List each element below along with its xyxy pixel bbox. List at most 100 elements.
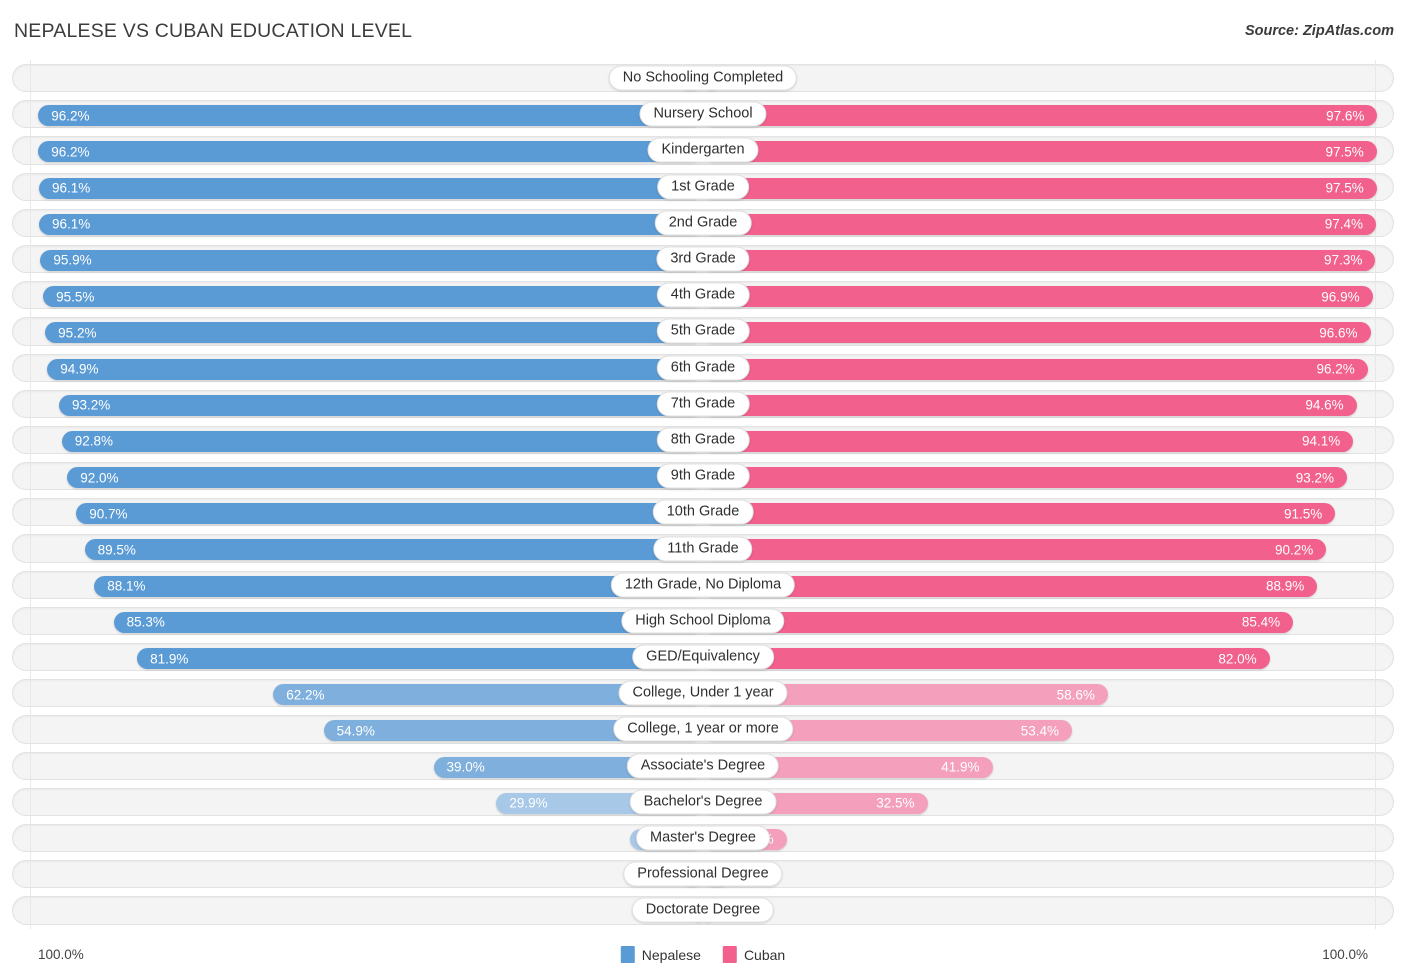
chart-row: 94.9% 96.2% 6th Grade bbox=[0, 349, 1406, 386]
bar-cuban[interactable]: 96.9% bbox=[703, 286, 1373, 308]
chart-row: 95.9% 97.3% 3rd Grade bbox=[0, 240, 1406, 278]
bar-cuban[interactable]: 97.6% bbox=[703, 105, 1378, 127]
guide-line-left bbox=[30, 96, 31, 133]
guide-line-right bbox=[1375, 313, 1376, 350]
guide-line-left bbox=[30, 277, 31, 314]
bar-nepalese[interactable]: 92.8% bbox=[61, 430, 703, 452]
bar-cuban[interactable]: 88.9% bbox=[703, 575, 1318, 597]
guide-line-left bbox=[30, 711, 31, 748]
guide-line-right bbox=[1375, 494, 1376, 531]
bar-cuban[interactable]: 93.2% bbox=[703, 467, 1347, 489]
guide-line-right bbox=[1375, 639, 1376, 676]
bar-value-nepalese: 90.7% bbox=[89, 506, 128, 522]
bar-cuban[interactable]: 90.2% bbox=[703, 539, 1327, 561]
bar-nepalese[interactable]: 96.2% bbox=[38, 105, 703, 127]
bar-cuban[interactable]: 96.6% bbox=[703, 322, 1371, 344]
chart-row: 39.0% 41.9% Associate's Degree bbox=[0, 747, 1406, 784]
chart-row: 10.5%12.1%Master's Degree bbox=[0, 819, 1406, 857]
guide-line-left bbox=[30, 675, 31, 712]
guide-line-left bbox=[30, 313, 31, 350]
bar-cuban[interactable]: 97.3% bbox=[703, 249, 1376, 271]
category-label: Bachelor's Degree bbox=[629, 789, 777, 815]
bar-value-nepalese: 39.0% bbox=[446, 759, 485, 775]
bar-nepalese[interactable]: 95.9% bbox=[40, 249, 703, 271]
bar-value-cuban: 91.5% bbox=[1283, 506, 1323, 522]
bar-value-nepalese: 92.8% bbox=[74, 433, 114, 449]
category-label: Nursery School bbox=[639, 101, 767, 127]
bar-value-cuban: 97.4% bbox=[1324, 216, 1364, 232]
chart-row: 95.5% 96.9% 4th Grade bbox=[0, 277, 1406, 314]
bar-value-cuban: 96.2% bbox=[1316, 361, 1355, 377]
bar-cuban[interactable]: 97.5% bbox=[703, 177, 1377, 199]
bar-cuban[interactable]: 97.4% bbox=[703, 213, 1377, 235]
bar-nepalese[interactable]: 96.1% bbox=[38, 213, 703, 235]
guide-line-left bbox=[30, 204, 31, 241]
bar-cuban[interactable]: 85.4% bbox=[703, 611, 1294, 633]
bar-value-nepalese: 96.1% bbox=[51, 216, 91, 232]
bar-nepalese[interactable]: 96.2% bbox=[38, 141, 703, 163]
bar-cuban[interactable]: 94.6% bbox=[703, 394, 1357, 416]
bar-value-cuban: 97.5% bbox=[1325, 144, 1364, 160]
chart-row: 92.8% 94.1% 8th Grade bbox=[0, 421, 1406, 459]
guide-line-right bbox=[1375, 530, 1376, 567]
guide-line-right bbox=[1375, 711, 1376, 748]
bar-cuban[interactable]: 94.1% bbox=[703, 430, 1354, 452]
bar-value-cuban: 97.6% bbox=[1326, 108, 1365, 124]
bar-value-nepalese: 81.9% bbox=[150, 651, 189, 666]
bar-value-nepalese: 95.5% bbox=[56, 289, 95, 305]
guide-line-right bbox=[1375, 819, 1376, 857]
category-label: 9th Grade bbox=[656, 463, 750, 489]
axis-label-right: 100.0% bbox=[1322, 947, 1368, 962]
guide-line-right bbox=[1375, 421, 1376, 459]
chart-row: 93.2% 94.6% 7th Grade bbox=[0, 385, 1406, 422]
bar-nepalese[interactable]: 89.5% bbox=[84, 539, 703, 561]
bar-value-cuban: 97.5% bbox=[1325, 180, 1364, 196]
category-label: 3rd Grade bbox=[656, 246, 750, 272]
bar-nepalese[interactable]: 81.9% bbox=[137, 648, 703, 669]
category-label: Professional Degree bbox=[623, 861, 783, 887]
chart-row: 90.7% 91.5% 10th Grade bbox=[0, 494, 1406, 531]
bar-value-nepalese: 96.2% bbox=[51, 144, 90, 160]
category-label: 5th Grade bbox=[656, 318, 750, 344]
guide-line-left bbox=[30, 783, 31, 820]
bar-cuban[interactable]: 82.0% bbox=[703, 648, 1270, 669]
bar-nepalese[interactable]: 96.1% bbox=[38, 177, 703, 199]
bar-nepalese[interactable]: 90.7% bbox=[76, 503, 703, 525]
guide-line-left bbox=[30, 421, 31, 459]
legend-item[interactable]: Nepalese bbox=[620, 946, 701, 963]
chart-row: 3.2%4.0%Professional Degree bbox=[0, 856, 1406, 893]
bar-nepalese[interactable]: 93.2% bbox=[59, 394, 703, 416]
bar-cuban[interactable]: 97.5% bbox=[703, 141, 1377, 163]
legend-item[interactable]: Cuban bbox=[722, 946, 785, 963]
bar-nepalese[interactable]: 94.9% bbox=[47, 358, 703, 380]
bar-value-nepalese: 88.1% bbox=[107, 578, 146, 594]
guide-line-left bbox=[30, 819, 31, 857]
category-label: 1st Grade bbox=[657, 174, 749, 200]
guide-line-left bbox=[30, 132, 31, 169]
bar-cuban[interactable]: 96.2% bbox=[703, 358, 1368, 380]
chart-row: 96.2% 97.5% Kindergarten bbox=[0, 132, 1406, 169]
bar-nepalese[interactable]: 92.0% bbox=[67, 467, 703, 489]
category-label: Kindergarten bbox=[647, 137, 759, 163]
category-label: College, Under 1 year bbox=[618, 680, 788, 706]
bar-nepalese[interactable]: 85.3% bbox=[113, 611, 703, 633]
bar-value-cuban: 96.9% bbox=[1321, 289, 1360, 305]
bar-value-nepalese: 89.5% bbox=[97, 542, 136, 558]
category-label: 8th Grade bbox=[656, 427, 750, 453]
bar-value-nepalese: 62.2% bbox=[286, 687, 325, 703]
guide-line-right bbox=[1375, 566, 1376, 603]
chart-row: 81.9% 82.0% GED/Equivalency bbox=[0, 639, 1406, 676]
bar-nepalese[interactable]: 95.5% bbox=[43, 286, 703, 308]
source-attribution: Source: ZipAtlas.com bbox=[1244, 23, 1394, 39]
category-label: 7th Grade bbox=[656, 391, 750, 417]
bar-cuban[interactable]: 91.5% bbox=[703, 503, 1336, 525]
guide-line-right bbox=[1375, 458, 1376, 495]
bar-value-cuban: 90.2% bbox=[1275, 542, 1314, 558]
chart-row: 95.2% 96.6% 5th Grade bbox=[0, 313, 1406, 350]
bar-value-cuban: 58.6% bbox=[1056, 687, 1095, 703]
guide-line-left bbox=[30, 60, 31, 97]
category-label: 11th Grade bbox=[653, 536, 753, 562]
guide-line-left bbox=[30, 639, 31, 676]
chart-row: 96.1% 97.5% 1st Grade bbox=[0, 168, 1406, 205]
bar-nepalese[interactable]: 95.2% bbox=[45, 322, 703, 344]
